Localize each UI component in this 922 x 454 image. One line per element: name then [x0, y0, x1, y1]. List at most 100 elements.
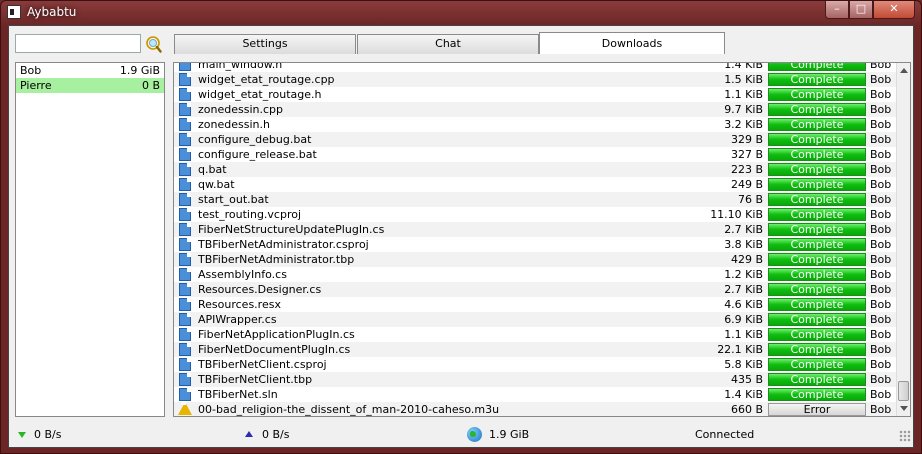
window-title: Aybabtu: [27, 5, 77, 19]
download-row[interactable]: 00-bad_religion-the_dissent_of_man-2010-…: [174, 401, 898, 416]
file-icon: [179, 208, 191, 221]
file-size: 660 B: [730, 403, 763, 416]
shared-total: 1.9 GiB: [489, 428, 530, 441]
file-icon: [179, 373, 191, 386]
peer-item-bob[interactable]: Bob 1.9 GiB: [16, 63, 164, 78]
tab-downloads[interactable]: Downloads: [539, 32, 725, 54]
file-name: AssemblyInfo.cs: [198, 268, 287, 281]
download-row[interactable]: zonedessin.cpp 9.7 KiB Complete Bob: [174, 102, 898, 117]
download-row[interactable]: TBFiberNetClient.csproj 5.8 KiB Complete Bo…: [174, 357, 898, 372]
status-bar: 0 B/s 0 B/s 1.9 GiB Connected: [9, 424, 913, 446]
download-row[interactable]: q.bat 223 B Complete Bob: [174, 162, 898, 177]
peer-shared: 1.9 GiB: [119, 64, 160, 77]
download-row[interactable]: configure_release.bat 327 B Complete Bob: [174, 147, 898, 162]
file-size: 1.1 KiB: [724, 88, 763, 101]
search-icon[interactable]: [144, 35, 162, 53]
tab-chat[interactable]: Chat: [357, 34, 539, 54]
file-icon: [179, 63, 191, 71]
file-size: 329 B: [730, 133, 763, 146]
title-bar[interactable]: Aybabtu – □ ✕: [1, 1, 921, 25]
file-size: 435 B: [730, 373, 763, 386]
status-badge: Complete: [768, 268, 866, 281]
file-icon: [179, 118, 191, 131]
download-row[interactable]: TBFiberNetAdministrator.csproj 3.8 KiB Com…: [174, 237, 898, 252]
tab-settings[interactable]: Settings: [174, 34, 356, 54]
close-button[interactable]: ✕: [873, 1, 915, 19]
downloads-list: main_window.h 1.4 KiB Complete Bob widget_et…: [173, 62, 911, 417]
peer-name: Bob: [20, 64, 42, 77]
download-row[interactable]: FiberNetApplicationPlugIn.cs 1.1 KiB Compl…: [174, 327, 898, 342]
upload-rate: 0 B/s: [262, 428, 290, 441]
peer-shared: 0 B: [141, 79, 160, 92]
download-row[interactable]: main_window.h 1.4 KiB Complete Bob: [174, 62, 898, 72]
file-icon: [179, 133, 191, 146]
download-row[interactable]: widget_etat_routage.cpp 1.5 KiB Complete Bo…: [174, 72, 898, 87]
file-icon: [179, 313, 191, 326]
status-badge: Complete: [768, 103, 866, 116]
source-peer: Bob: [870, 103, 892, 116]
file-name: TBFiberNetClient.csproj: [198, 358, 327, 371]
minimize-button[interactable]: –: [825, 1, 849, 19]
download-arrow-icon: [18, 432, 26, 438]
file-size: 1.4 KiB: [724, 388, 763, 401]
download-row[interactable]: TBFiberNet.sln 1.4 KiB Complete Bob: [174, 387, 898, 402]
file-icon: [179, 148, 191, 161]
status-badge: Complete: [768, 88, 866, 101]
source-peer: Bob: [870, 133, 892, 146]
file-icon: [179, 298, 191, 311]
scroll-thumb[interactable]: [898, 381, 909, 401]
file-name: FiberNetApplicationPlugIn.cs: [198, 328, 355, 341]
download-row[interactable]: Resources.resx 4.6 KiB Complete Bob: [174, 297, 898, 312]
status-badge: Complete: [768, 118, 866, 131]
search-input[interactable]: [15, 34, 141, 53]
file-size: 223 B: [730, 163, 763, 176]
upload-arrow-icon: [245, 431, 253, 437]
download-row[interactable]: AssemblyInfo.cs 1.2 KiB Complete Bob: [174, 267, 898, 282]
file-name: test_routing.vcproj: [198, 208, 302, 221]
file-name: TBFiberNetClient.tbp: [198, 373, 313, 386]
download-row[interactable]: TBFiberNetClient.tbp 435 B Complete Bob: [174, 372, 898, 387]
source-peer: Bob: [870, 208, 892, 221]
window-controls: – □ ✕: [825, 1, 915, 21]
download-row[interactable]: FiberNetStructureUpdatePlugIn.cs 2.7 KiB C…: [174, 222, 898, 237]
globe-icon: [467, 427, 482, 442]
download-row[interactable]: qw.bat 249 B Complete Bob: [174, 177, 898, 192]
status-badge: Complete: [768, 163, 866, 176]
download-row[interactable]: FiberNetDocumentPlugIn.cs 22.1 KiB Complet…: [174, 342, 898, 357]
download-row[interactable]: start_out.bat 76 B Complete Bob: [174, 192, 898, 207]
download-row[interactable]: Resources.Designer.cs 2.7 KiB Complete Bob: [174, 282, 898, 297]
file-size: 1.4 KiB: [724, 62, 763, 71]
file-name: Resources.Designer.cs: [198, 283, 322, 296]
scroll-down-icon[interactable]: [900, 406, 908, 411]
source-peer: Bob: [870, 253, 892, 266]
download-row[interactable]: test_routing.vcproj 11.10 KiB Complete Bob: [174, 207, 898, 222]
vertical-scrollbar[interactable]: [896, 63, 910, 416]
status-badge: Complete: [768, 73, 866, 86]
file-size: 429 B: [730, 253, 763, 266]
status-badge: Complete: [768, 298, 866, 311]
file-name: TBFiberNet.sln: [198, 388, 278, 401]
peer-item-pierre[interactable]: Pierre 0 B: [16, 78, 164, 93]
source-peer: Bob: [870, 178, 892, 191]
download-row[interactable]: configure_debug.bat 329 B Complete Bob: [174, 132, 898, 147]
download-row[interactable]: zonedessin.h 3.2 KiB Complete Bob: [174, 117, 898, 132]
download-row[interactable]: widget_etat_routage.h 1.1 KiB Complete Bob: [174, 87, 898, 102]
status-badge: Complete: [768, 148, 866, 161]
download-rate: 0 B/s: [34, 428, 62, 441]
source-peer: Bob: [870, 193, 892, 206]
app-icon: [7, 5, 21, 19]
file-size: 1.1 KiB: [724, 328, 763, 341]
source-peer: Bob: [870, 163, 892, 176]
resize-grip[interactable]: [899, 430, 911, 442]
file-size: 3.2 KiB: [724, 118, 763, 131]
file-size: 2.7 KiB: [724, 283, 763, 296]
source-peer: Bob: [870, 88, 892, 101]
download-row[interactable]: TBFiberNetAdministrator.tbp 429 B Complete…: [174, 252, 898, 267]
download-row[interactable]: APIWrapper.cs 6.9 KiB Complete Bob: [174, 312, 898, 327]
file-size: 249 B: [730, 178, 763, 191]
maximize-button[interactable]: □: [849, 1, 873, 19]
file-icon: [179, 103, 191, 116]
scroll-up-icon[interactable]: [900, 68, 908, 73]
source-peer: Bob: [870, 313, 892, 326]
status-badge: Complete: [768, 178, 866, 191]
